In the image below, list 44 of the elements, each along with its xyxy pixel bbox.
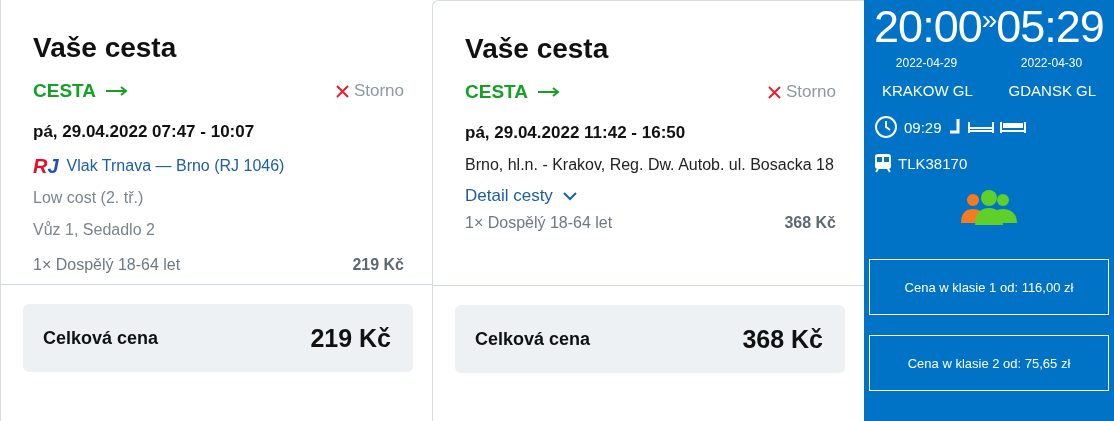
total-price: 219 Kč (310, 323, 391, 353)
chevron-icon (562, 191, 577, 201)
bed-icon (967, 120, 994, 134)
ticket-detail: Low cost (2. tř.) (33, 188, 145, 208)
train-number: TLK38170 (898, 154, 968, 172)
separator-mark: » (981, 3, 997, 35)
close-icon (334, 83, 350, 99)
card-title: Vaše cesta (33, 32, 178, 64)
trip-datetime: pá, 29.04.2022 11:42 - 16:50 (465, 123, 687, 143)
carrier-logo: RJ (33, 154, 59, 179)
class-price-button[interactable]: Cena w klasie 2 od: 75,65 zł (869, 335, 1109, 391)
arrival-date: 2022-04-30 (1020, 56, 1083, 70)
train-link[interactable]: Vlak Trnava — Brno (RJ 1046) (66, 150, 285, 182)
passenger-price: 368 Kč (784, 214, 836, 232)
ticket-detail: Vůz 1, Sedadlo 2 (33, 220, 156, 240)
clock-icon (874, 115, 898, 139)
direction-label: CESTA (33, 80, 128, 102)
passenger-label: 1× Dospělý 18-64 let (465, 214, 613, 232)
detail-toggle[interactable]: Detail cesty (465, 186, 577, 206)
direction-label: CESTA (465, 81, 560, 103)
departure-time: 20:00 (874, 2, 982, 52)
duration-text: 09:29 (904, 118, 942, 136)
arrow-right-icon (538, 87, 560, 97)
card-title: Vaše cesta (465, 33, 610, 65)
bed-icon (999, 120, 1026, 134)
total-label: Celková cena (43, 327, 159, 349)
cancel-link[interactable]: Storno (334, 81, 404, 101)
route-text: Brno, hl.n. - Krakov, Reg. Dw. Autob. ul. Bosacka 18 (465, 155, 835, 175)
seat-icon (947, 118, 962, 136)
passenger-price: 219 Kč (352, 256, 404, 274)
passenger-label: 1× Dospělý 18-64 let (33, 256, 181, 274)
departure-date: 2022-04-29 (895, 56, 958, 70)
total-price: 368 Kč (742, 324, 823, 354)
people-icon (960, 189, 1018, 225)
close-icon (766, 84, 782, 100)
class-price-button[interactable]: Cena w klasie 1 od: 116,00 zł (869, 259, 1109, 315)
arrow-right-icon (106, 86, 128, 96)
train-icon (874, 153, 892, 173)
total-label: Celková cena (475, 328, 591, 350)
arrival-station: GDANSK GL (1008, 82, 1097, 99)
cancel-link[interactable]: Storno (766, 82, 836, 102)
trip-datetime: pá, 29.04.2022 07:47 - 10:07 (33, 122, 256, 142)
arrival-time: 05:29 (996, 2, 1104, 52)
departure-station: KRAKOW GL (881, 82, 973, 99)
